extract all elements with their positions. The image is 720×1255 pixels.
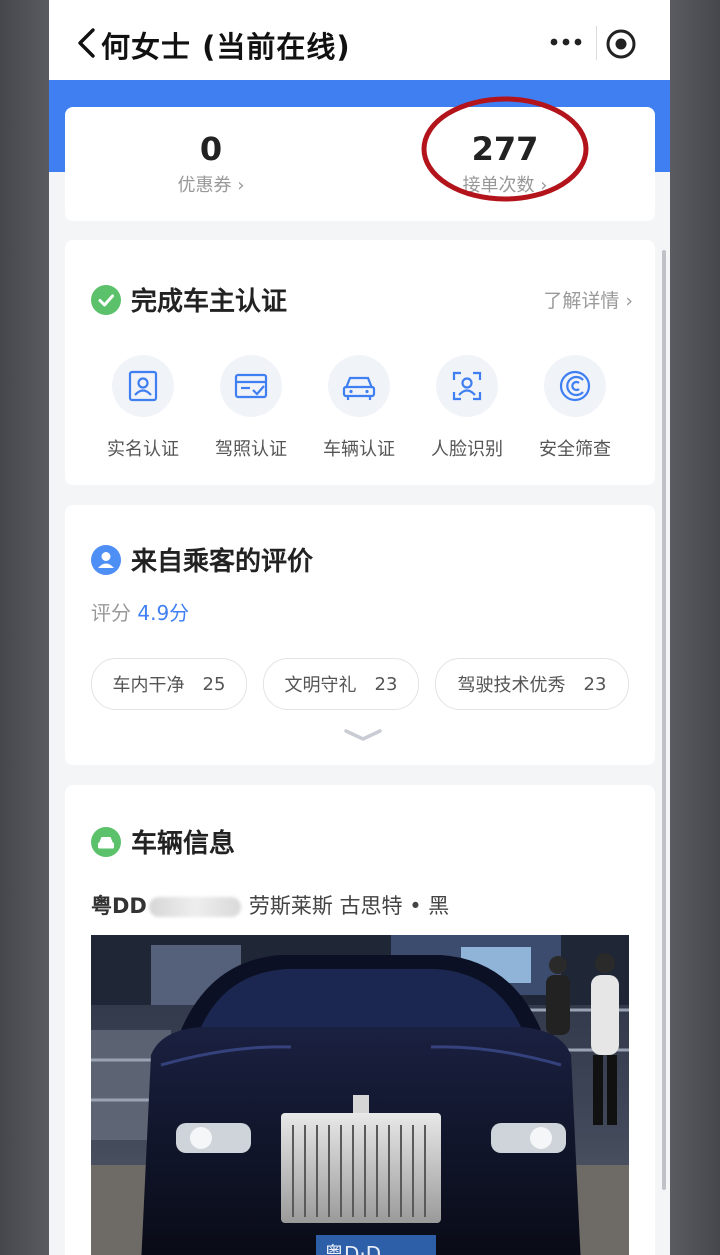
- car-badge-icon: [91, 827, 121, 857]
- rating-label: 评分: [91, 601, 131, 625]
- vehicle-description: 劳斯莱斯 古思特 • 黑: [248, 894, 450, 918]
- verify-item-license[interactable]: 驾照认证: [201, 355, 301, 461]
- review-tag-count: 25: [202, 673, 226, 695]
- stats-card: 0 优惠券 › 277 接单次数 ›: [65, 96, 655, 221]
- rating-line: 评分 4.9分: [91, 597, 189, 626]
- coupon-label: 优惠券 ›: [177, 175, 245, 196]
- security-scan-icon: [559, 370, 591, 402]
- verify-item-vehicle[interactable]: 车辆认证: [309, 355, 409, 461]
- verify-item-real-name[interactable]: 实名认证: [93, 355, 193, 461]
- review-tag-label: 文明守礼: [284, 675, 357, 696]
- coupon-count: 0: [199, 130, 223, 168]
- vehicle-photo[interactable]: 粤D·D: [91, 935, 629, 1255]
- phone-screen: 何女士 (当前在线) 0 优惠券 › 277 接单次数 › 完成车主认证 了解详…: [49, 0, 670, 1255]
- plate-redaction: [148, 897, 241, 917]
- review-tag[interactable]: 驾驶技术优秀 23: [435, 658, 629, 710]
- scrollbar[interactable]: [662, 250, 666, 1190]
- vehicle-title: 车辆信息: [131, 829, 236, 859]
- nav-divider: [596, 26, 597, 60]
- reviews-title: 来自乘客的评价: [131, 547, 314, 577]
- verify-item-security[interactable]: 安全筛查: [525, 355, 625, 461]
- rating-value: 4.9分: [137, 601, 190, 625]
- red-highlight-circle: [421, 96, 589, 202]
- expand-chevron-icon[interactable]: [343, 727, 383, 745]
- review-tag-label: 驾驶技术优秀: [457, 675, 566, 696]
- id-card-icon: [128, 370, 158, 402]
- verified-shield-icon: [91, 285, 121, 315]
- verify-item-label: 驾照认证: [215, 439, 287, 460]
- photo-plate-text: 粤D·D: [324, 1242, 382, 1255]
- review-tag-label: 车内干净: [112, 675, 185, 696]
- verification-title: 完成车主认证: [131, 287, 288, 317]
- review-tag-count: 23: [583, 673, 607, 695]
- coupon-stat[interactable]: 0 优惠券 ›: [111, 129, 311, 197]
- vehicle-info-card: 车辆信息 粤DD 劳斯莱斯 古思特 • 黑 粤D·D: [65, 785, 655, 1255]
- close-miniprogram-icon[interactable]: [605, 28, 637, 60]
- page-title: 何女士 (当前在线): [101, 30, 351, 64]
- owner-verification-card: 完成车主认证 了解详情 › 实名认证 驾照认证 车辆认证 人脸识别 安全筛查: [65, 240, 655, 485]
- more-options-icon[interactable]: [546, 32, 586, 52]
- review-tag[interactable]: 文明守礼 23: [263, 658, 419, 710]
- verify-item-label: 车辆认证: [323, 439, 395, 460]
- left-backdrop: [0, 0, 49, 1255]
- verify-item-label: 安全筛查: [539, 439, 611, 460]
- verify-item-face[interactable]: 人脸识别: [417, 355, 517, 461]
- user-avatar-icon: [91, 545, 121, 575]
- review-tag-count: 23: [374, 673, 398, 695]
- face-scan-icon: [452, 371, 482, 401]
- license-card-icon: [234, 373, 268, 399]
- verify-item-label: 人脸识别: [431, 439, 503, 460]
- learn-more-link[interactable]: 了解详情 ›: [543, 286, 633, 313]
- passenger-reviews-card: 来自乘客的评价 评分 4.9分 车内干净 25 文明守礼 23 驾驶技术优秀 2…: [65, 505, 655, 765]
- top-nav-bar: 何女士 (当前在线): [49, 0, 670, 80]
- plate-prefix: 粤DD: [91, 894, 147, 918]
- review-tag[interactable]: 车内干净 25: [91, 658, 247, 710]
- verify-item-label: 实名认证: [107, 439, 179, 460]
- vehicle-plate-line: 粤DD 劳斯莱斯 古思特 • 黑: [91, 890, 449, 920]
- car-icon: [342, 376, 376, 400]
- right-backdrop: [670, 0, 720, 1255]
